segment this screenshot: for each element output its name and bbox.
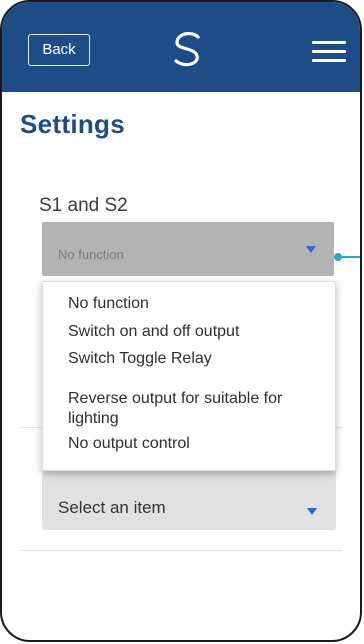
item-select-value: Select an item (58, 498, 166, 517)
chevron-down-icon (307, 508, 317, 515)
dropdown-option-no-function[interactable]: No function (68, 294, 149, 314)
back-button[interactable]: Back (28, 34, 90, 66)
chevron-down-icon (306, 246, 316, 253)
s1-s2-label: S1 and S2 (39, 195, 128, 216)
page-title: Settings (20, 109, 125, 139)
callout-line (338, 256, 360, 258)
dropdown-option-switch-on-off[interactable]: Switch on and off output (68, 322, 239, 342)
s1-s2-dropdown-menu: No function Switch on and off output Swi… (42, 281, 336, 471)
app-header: Back (2, 2, 360, 92)
hamburger-menu-icon[interactable] (312, 41, 346, 65)
section-divider (20, 550, 342, 551)
menu-bar (312, 41, 346, 44)
dropdown-option-no-output-control[interactable]: No output control (68, 434, 190, 454)
phone-frame: Back Settings S1 and S2 No function Sele… (0, 0, 362, 642)
dropdown-option-reverse-output[interactable]: Reverse output for suitable for lighting (68, 389, 308, 429)
swirl-s-logo-icon (174, 31, 200, 67)
menu-bar (312, 50, 346, 53)
menu-bar (312, 59, 346, 62)
s1-s2-select[interactable]: No function (42, 222, 334, 276)
s1-s2-selected-value: No function (58, 247, 124, 262)
item-select[interactable]: Select an item (42, 468, 336, 530)
dropdown-option-switch-toggle-relay[interactable]: Switch Toggle Relay (68, 349, 212, 369)
